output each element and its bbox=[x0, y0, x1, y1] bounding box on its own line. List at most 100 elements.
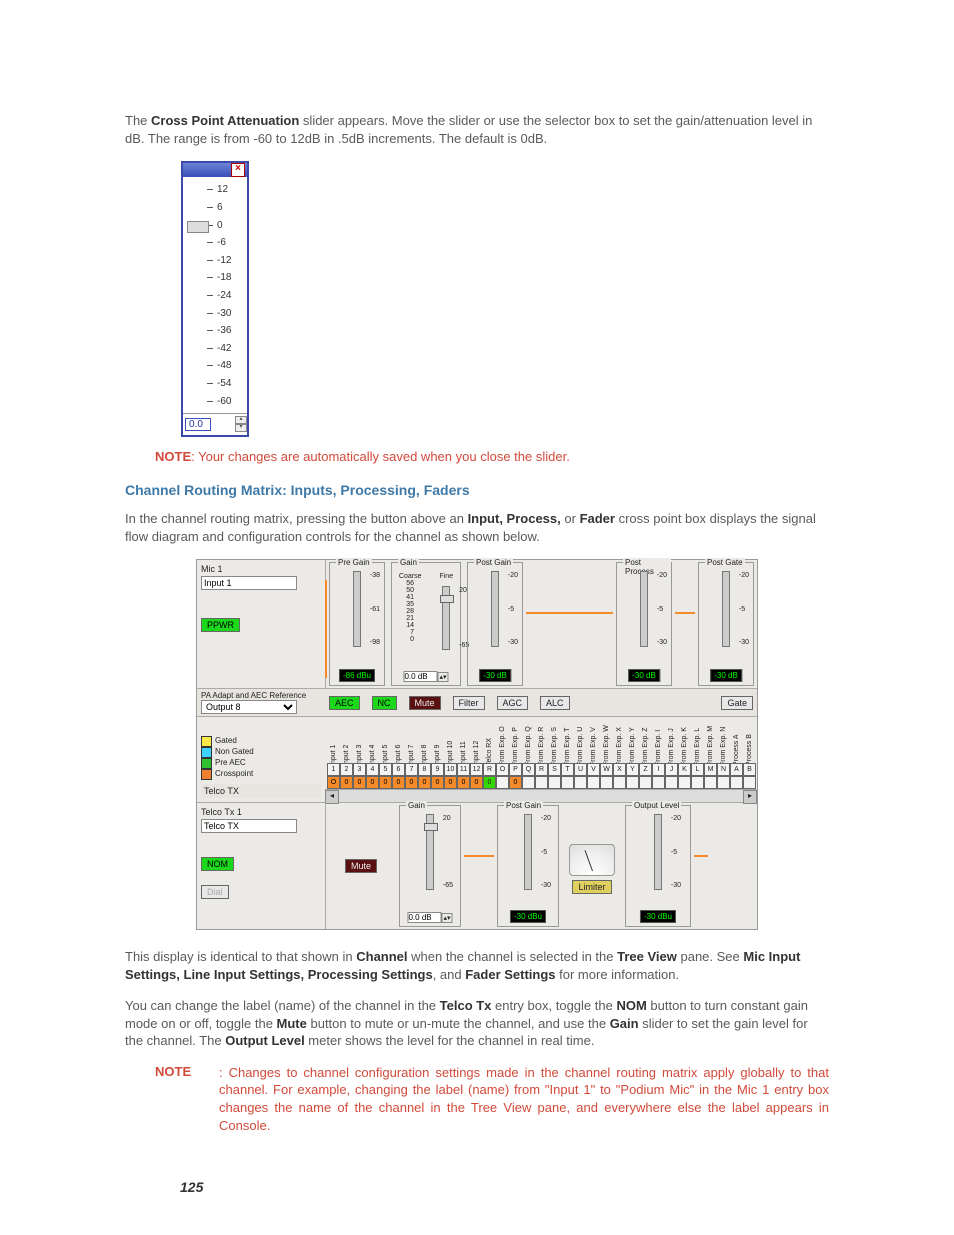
slider-spinner[interactable]: ▴▾ bbox=[235, 416, 245, 432]
slider-value[interactable]: 0.0 bbox=[185, 418, 211, 431]
dial-button[interactable]: Dial bbox=[201, 885, 229, 899]
matrix-col-header[interactable]: Process B bbox=[743, 756, 756, 763]
crosspoint-cell[interactable] bbox=[548, 776, 561, 789]
matrix-col-header[interactable]: From Exp. Q bbox=[522, 756, 535, 763]
crosspoint-cell[interactable] bbox=[730, 776, 743, 789]
crosspoint-cell[interactable]: 0 bbox=[431, 776, 444, 789]
crosspoint-cell[interactable]: 0 bbox=[392, 776, 405, 789]
matrix-col-header[interactable]: From Exp. X bbox=[613, 756, 626, 763]
crosspoint-cell[interactable] bbox=[535, 776, 548, 789]
matrix-col-header[interactable]: Input 12 bbox=[470, 756, 483, 763]
matrix-col-header[interactable]: From Exp. T bbox=[561, 756, 574, 763]
matrix-col-header[interactable]: Input 7 bbox=[405, 756, 418, 763]
mic-left-panel: Mic 1 PPWR bbox=[197, 560, 326, 688]
aec-reference-select[interactable]: Output 8 bbox=[201, 700, 297, 714]
spinner-up-icon[interactable]: ▴ bbox=[235, 416, 247, 424]
crosspoint-cell[interactable] bbox=[652, 776, 665, 789]
matrix-col-letter: 3 bbox=[353, 763, 366, 776]
matrix-col-header[interactable]: Input 6 bbox=[392, 756, 405, 763]
agc-button[interactable]: AGC bbox=[497, 696, 529, 710]
crosspoint-cell[interactable]: 0 bbox=[418, 776, 431, 789]
mic-input-name[interactable] bbox=[201, 576, 297, 590]
nom-button[interactable]: NOM bbox=[201, 857, 234, 871]
matrix-col-header[interactable]: From Exp. R bbox=[535, 756, 548, 763]
gate-button[interactable]: Gate bbox=[721, 696, 753, 710]
telco-gain: Gain 20-65 ▴▾ bbox=[399, 805, 461, 927]
matrix-col-header[interactable]: Input 4 bbox=[366, 756, 379, 763]
matrix-col-header[interactable]: Input 2 bbox=[340, 756, 353, 763]
matrix-col-header[interactable]: From Exp. Y bbox=[626, 756, 639, 763]
matrix-col-header[interactable]: From Exp. U bbox=[574, 756, 587, 763]
telco-gain-value[interactable]: ▴▾ bbox=[407, 912, 452, 923]
ppwr-button[interactable]: PPWR bbox=[201, 618, 240, 632]
crosspoint-cell[interactable] bbox=[704, 776, 717, 789]
scroll-right-icon[interactable]: ▸ bbox=[743, 790, 757, 804]
matrix-col-header[interactable]: Input 9 bbox=[431, 756, 444, 763]
matrix-col-header[interactable]: From Exp. J bbox=[665, 756, 678, 763]
matrix-col-header[interactable]: From Exp. O bbox=[496, 756, 509, 763]
crosspoint-cell[interactable]: 0 bbox=[379, 776, 392, 789]
crosspoint-cell[interactable]: 0 bbox=[353, 776, 366, 789]
aec-button[interactable]: AEC bbox=[329, 696, 360, 710]
matrix-col-header[interactable]: Telco RX bbox=[483, 756, 496, 763]
crosspoint-cell[interactable] bbox=[574, 776, 587, 789]
crosspoint-cell[interactable] bbox=[561, 776, 574, 789]
nc-button[interactable]: NC bbox=[372, 696, 397, 710]
matrix-col-header[interactable]: From Exp. W bbox=[600, 756, 613, 763]
matrix-col-header[interactable]: From Exp. L bbox=[691, 756, 704, 763]
crosspoint-cell[interactable] bbox=[587, 776, 600, 789]
crosspoint-cell[interactable]: 0 bbox=[483, 776, 496, 789]
crosspoint-cell[interactable] bbox=[691, 776, 704, 789]
crosspoint-cell[interactable] bbox=[717, 776, 730, 789]
matrix-col-header[interactable]: From Exp. P bbox=[509, 756, 522, 763]
alc-button[interactable]: ALC bbox=[540, 696, 570, 710]
attenuation-slider-window: × 12 6 0 -6 -12 -18 -24 -30 -36 -42 -48 … bbox=[181, 161, 249, 437]
matrix-col-header[interactable]: From Exp. Z bbox=[639, 756, 652, 763]
telco-mute-button[interactable]: Mute bbox=[345, 859, 377, 873]
crosspoint-cell[interactable] bbox=[665, 776, 678, 789]
matrix-col-header[interactable]: Process A bbox=[730, 756, 743, 763]
gain-value-spinner[interactable]: ▴▾ bbox=[403, 671, 448, 682]
crosspoint-cell[interactable]: O bbox=[327, 776, 340, 789]
matrix-col-header[interactable]: From Exp. K bbox=[678, 756, 691, 763]
crosspoint-cell[interactable] bbox=[613, 776, 626, 789]
matrix-col-letter: W bbox=[600, 763, 613, 776]
matrix-col-header[interactable]: Input 3 bbox=[353, 756, 366, 763]
matrix-col-header[interactable]: From Exp. N bbox=[717, 756, 730, 763]
filter-button[interactable]: Filter bbox=[453, 696, 485, 710]
crosspoint-cell[interactable] bbox=[626, 776, 639, 789]
crosspoint-cell[interactable] bbox=[639, 776, 652, 789]
gain-fine-slider[interactable]: 20-65 bbox=[442, 586, 450, 650]
telco-gain-slider[interactable]: 20-65 bbox=[426, 814, 434, 890]
matrix-col-header[interactable]: Input 8 bbox=[418, 756, 431, 763]
telco-name-input[interactable] bbox=[201, 819, 297, 833]
matrix-col-letter: P bbox=[509, 763, 522, 776]
matrix-col-header[interactable]: From Exp. M bbox=[704, 756, 717, 763]
matrix-col-header[interactable]: From Exp. V bbox=[587, 756, 600, 763]
matrix-col-header[interactable]: From Exp. S bbox=[548, 756, 561, 763]
crosspoint-cell[interactable]: 0 bbox=[366, 776, 379, 789]
matrix-col-header[interactable]: Input 5 bbox=[379, 756, 392, 763]
crosspoint-cell[interactable] bbox=[522, 776, 535, 789]
matrix-col-header[interactable]: Input 11 bbox=[457, 756, 470, 763]
crosspoint-cell[interactable]: 0 bbox=[444, 776, 457, 789]
crosspoint-cell[interactable]: 0 bbox=[340, 776, 353, 789]
limiter-button[interactable]: Limiter bbox=[572, 880, 611, 894]
crosspoint-cell[interactable]: 0 bbox=[509, 776, 522, 789]
crosspoint-cell[interactable]: 0 bbox=[470, 776, 483, 789]
matrix-col-header[interactable]: From Exp. I bbox=[652, 756, 665, 763]
close-icon[interactable]: × bbox=[231, 163, 245, 177]
crosspoint-cell[interactable] bbox=[743, 776, 756, 789]
crosspoint-cell[interactable]: 0 bbox=[405, 776, 418, 789]
spinner-down-icon[interactable]: ▾ bbox=[235, 424, 247, 432]
crosspoint-cell[interactable] bbox=[496, 776, 509, 789]
crosspoint-cell[interactable] bbox=[678, 776, 691, 789]
display-identical-paragraph: This display is identical to that shown … bbox=[125, 948, 829, 983]
crosspoint-cell[interactable] bbox=[600, 776, 613, 789]
matrix-col-header[interactable]: Input 1 bbox=[327, 756, 340, 763]
scroll-left-icon[interactable]: ◂ bbox=[325, 790, 339, 804]
matrix-col-header[interactable]: Input 10 bbox=[444, 756, 457, 763]
crosspoint-cell[interactable]: 0 bbox=[457, 776, 470, 789]
slider-handle[interactable] bbox=[187, 221, 209, 233]
mute-button[interactable]: Mute bbox=[409, 696, 441, 710]
